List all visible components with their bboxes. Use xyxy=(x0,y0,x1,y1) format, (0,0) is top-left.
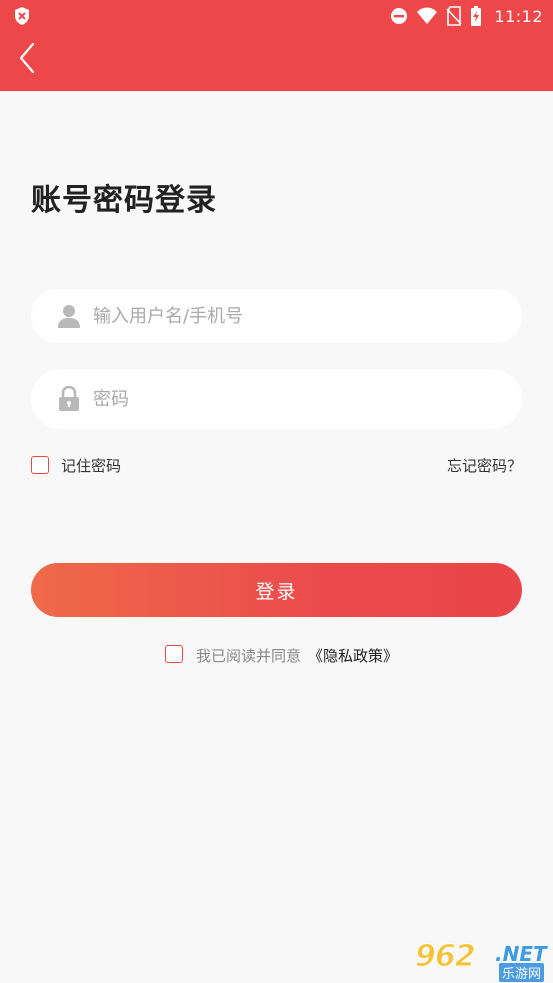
watermark-logo: 962 .NET 乐游网 xyxy=(415,939,547,982)
security-shield-icon xyxy=(12,6,32,26)
forgot-password-link[interactable]: 忘记密码？ xyxy=(447,455,522,476)
user-icon xyxy=(57,303,81,329)
lock-icon xyxy=(57,386,81,412)
do-not-disturb-icon xyxy=(390,7,408,25)
privacy-policy-link[interactable]: 《隐私政策》 xyxy=(308,645,398,666)
login-button[interactable]: 登录 xyxy=(31,563,522,617)
chevron-left-icon xyxy=(18,42,36,78)
wifi-icon xyxy=(416,7,438,25)
no-sim-icon xyxy=(446,6,462,26)
status-icons: 11:12 xyxy=(390,4,543,28)
password-field[interactable] xyxy=(31,369,522,429)
back-button[interactable] xyxy=(10,42,44,78)
username-input[interactable] xyxy=(93,305,493,327)
username-field[interactable] xyxy=(31,289,522,343)
app-header: 11:12 xyxy=(0,0,553,91)
remember-row: 记住密码 忘记密码？ xyxy=(31,454,522,476)
battery-charging-icon xyxy=(470,6,482,26)
status-bar: 11:12 xyxy=(0,0,553,32)
agreement-text: 我已阅读并同意 xyxy=(196,647,302,665)
agree-checkbox[interactable] xyxy=(165,645,183,663)
watermark-number: 962 xyxy=(415,939,477,975)
watermark-sub: 乐游网 xyxy=(499,963,545,982)
remember-password-checkbox[interactable] xyxy=(31,456,49,474)
remember-password-label[interactable]: 记住密码 xyxy=(61,455,121,476)
clock-time: 11:12 xyxy=(494,6,543,26)
password-input[interactable] xyxy=(93,388,493,410)
page-title: 账号密码登录 xyxy=(31,183,217,218)
